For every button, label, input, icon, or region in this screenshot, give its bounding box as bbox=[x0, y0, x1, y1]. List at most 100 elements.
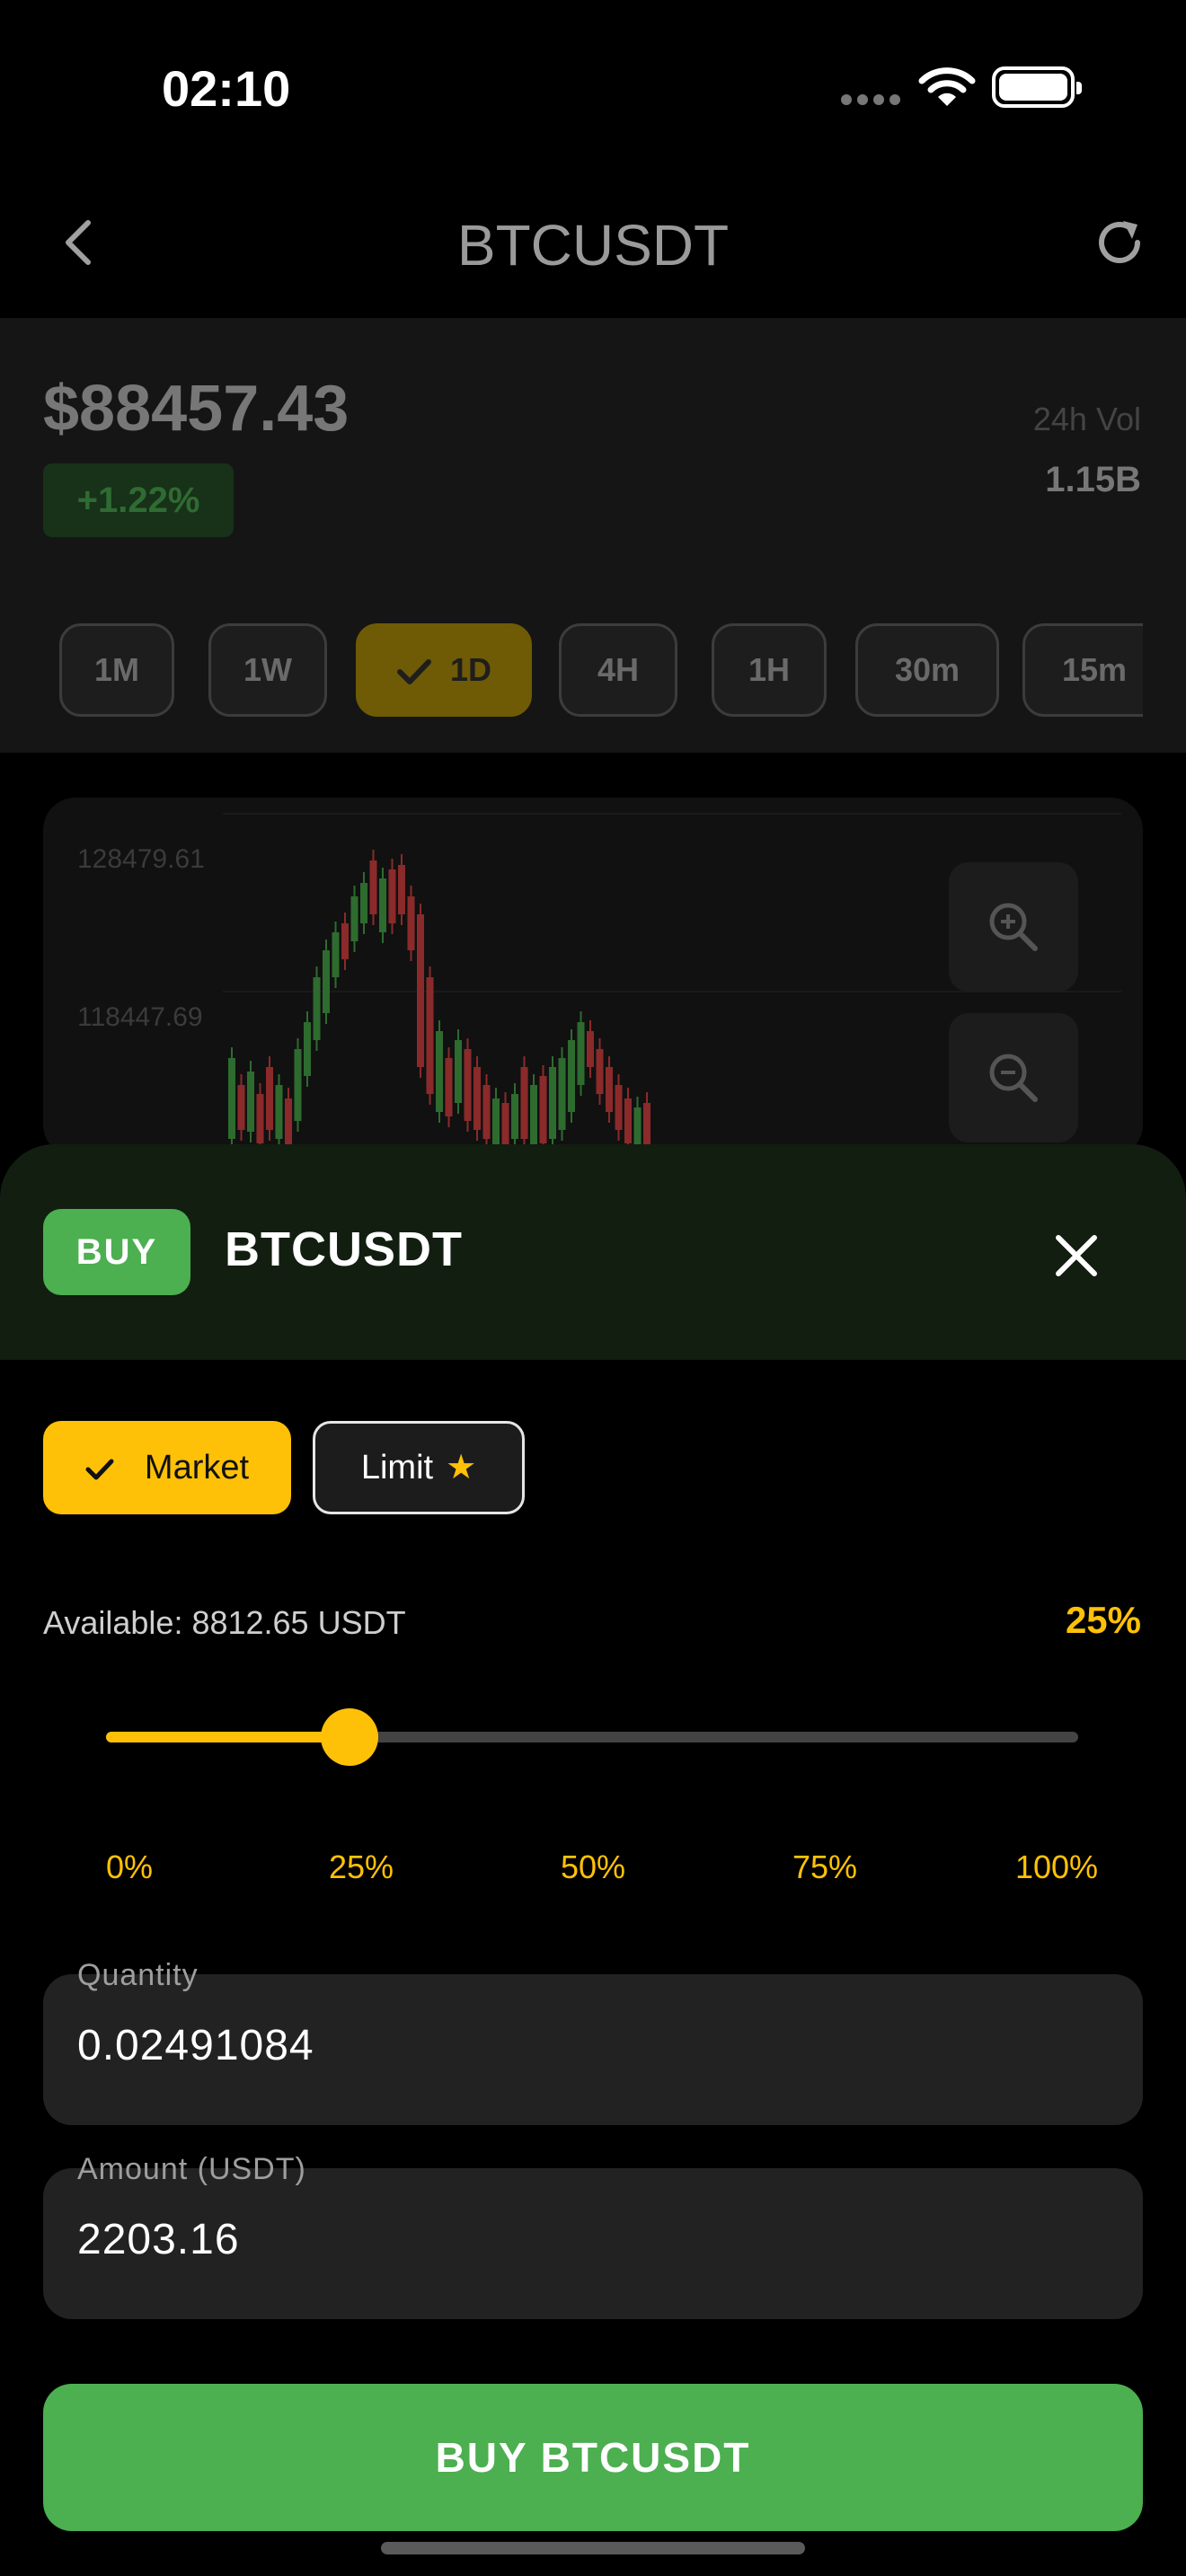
timeframe-1h[interactable]: 1H bbox=[712, 623, 827, 717]
slider-fill bbox=[106, 1732, 350, 1742]
slider-ticks: 0% 25% 50% 75% 100% bbox=[0, 1848, 1186, 1893]
zoom-out-button[interactable] bbox=[949, 1013, 1078, 1142]
candle-body bbox=[549, 1067, 556, 1139]
candle-body bbox=[624, 1098, 632, 1143]
timeframe-1d[interactable]: 1D bbox=[356, 623, 532, 717]
signal-icon bbox=[841, 93, 906, 110]
amount-input[interactable]: 2203.16 bbox=[77, 2215, 240, 2264]
star-icon: ★ bbox=[446, 1449, 477, 1486]
candle-body bbox=[577, 1022, 585, 1085]
status-time: 02:10 bbox=[162, 60, 291, 117]
side-badge: BUY bbox=[43, 1209, 190, 1295]
candle-body bbox=[228, 1058, 235, 1139]
candle-body bbox=[511, 1094, 518, 1139]
refresh-icon[interactable] bbox=[1093, 216, 1146, 269]
candle-body bbox=[455, 1040, 462, 1103]
slider-thumb[interactable] bbox=[320, 1708, 378, 1766]
quantity-field[interactable]: 0.02491084 bbox=[43, 1974, 1143, 2125]
nav-bar: BTCUSDT bbox=[0, 171, 1186, 318]
close-icon[interactable] bbox=[1053, 1232, 1100, 1279]
volume-value: 1.15B bbox=[1045, 460, 1141, 499]
order-type-market[interactable]: Market bbox=[43, 1421, 291, 1514]
candle-body bbox=[615, 1085, 623, 1130]
candle-body bbox=[332, 932, 340, 977]
candle-body bbox=[256, 1094, 264, 1143]
selected-percent: 25% bbox=[1065, 1599, 1141, 1641]
quantity-input[interactable]: 0.02491084 bbox=[77, 2021, 314, 2070]
candle-body bbox=[266, 1067, 273, 1130]
wifi-icon bbox=[918, 67, 976, 106]
zoom-out-icon bbox=[989, 1054, 1038, 1102]
candle-body bbox=[445, 1058, 453, 1116]
candle-body bbox=[369, 860, 377, 914]
candle-body bbox=[606, 1067, 613, 1112]
battery-icon bbox=[992, 66, 1082, 108]
candle-body bbox=[275, 1085, 283, 1139]
candle-body bbox=[530, 1085, 537, 1148]
slider-tick-25[interactable]: 25% bbox=[329, 1848, 394, 1886]
candle-body bbox=[596, 1049, 604, 1094]
quantity-label: Quantity bbox=[77, 1958, 199, 1992]
check-icon bbox=[396, 659, 431, 685]
candle-body bbox=[520, 1067, 528, 1139]
sheet-header: BUY BTCUSDT bbox=[0, 1144, 1186, 1360]
slider-tick-50[interactable]: 50% bbox=[561, 1848, 625, 1886]
candle-body bbox=[388, 869, 396, 923]
slider-tick-0[interactable]: 0% bbox=[106, 1848, 153, 1886]
candle-body bbox=[558, 1058, 566, 1130]
candle-body bbox=[568, 1040, 575, 1112]
candle-body bbox=[426, 977, 434, 1094]
timeframe-4h[interactable]: 4H bbox=[559, 623, 677, 717]
candle-body bbox=[482, 1085, 491, 1139]
zoom-in-button[interactable] bbox=[949, 862, 1078, 992]
candle-body bbox=[237, 1085, 245, 1130]
home-indicator bbox=[381, 2542, 805, 2554]
zoom-in-icon bbox=[989, 903, 1038, 951]
volume-label: 24h Vol bbox=[1032, 401, 1141, 437]
y-axis-label: 128479.61 bbox=[77, 844, 205, 874]
buy-order-sheet: BUY BTCUSDT Market Limit ★ Available: 881… bbox=[0, 1144, 1186, 2576]
timeframe-1w[interactable]: 1W bbox=[208, 623, 327, 717]
candle-body bbox=[474, 1067, 481, 1130]
timeframe-30m[interactable]: 30m bbox=[855, 623, 999, 717]
amount-slider[interactable] bbox=[106, 1708, 1078, 1766]
candlestick-chart[interactable]: 128479.61 118447.69 bbox=[43, 798, 1143, 1157]
order-type-limit[interactable]: Limit ★ bbox=[313, 1421, 525, 1514]
candle-body bbox=[464, 1049, 472, 1121]
timeframe-selector: 1M 1W 1D 4H 1H 30m 15m bbox=[59, 623, 1143, 717]
candle-body bbox=[294, 1049, 302, 1121]
ticker-panel: $88457.43 +1.22% 24h Vol 1.15B 1M 1W 1D … bbox=[0, 318, 1186, 753]
check-icon bbox=[85, 1459, 114, 1480]
candle-body bbox=[360, 883, 367, 923]
candle-body bbox=[341, 923, 349, 959]
candle-body bbox=[643, 1103, 651, 1150]
candle-body bbox=[539, 1076, 547, 1143]
candle-body bbox=[398, 865, 405, 914]
available-balance: Available: 8812.65 USDT bbox=[43, 1604, 406, 1641]
slider-tick-75[interactable]: 75% bbox=[792, 1848, 857, 1886]
candle-body bbox=[323, 950, 330, 1013]
slider-tick-100[interactable]: 100% bbox=[1015, 1848, 1098, 1886]
page-title: BTCUSDT bbox=[456, 213, 730, 278]
buy-submit-button[interactable]: BUY BTCUSDT bbox=[43, 2384, 1143, 2531]
price-change-badge: +1.22% bbox=[43, 463, 234, 537]
amount-field[interactable]: 2203.16 bbox=[43, 2168, 1143, 2319]
status-bar: 02:10 bbox=[0, 0, 1186, 171]
candle-body bbox=[501, 1103, 509, 1150]
current-price: $88457.43 bbox=[43, 373, 350, 445]
candle-body bbox=[492, 1098, 500, 1148]
y-axis-label: 118447.69 bbox=[77, 1002, 203, 1032]
candle-body bbox=[350, 896, 358, 941]
candle-body bbox=[247, 1072, 254, 1132]
candle-body bbox=[313, 977, 321, 1040]
timeframe-1m[interactable]: 1M bbox=[59, 623, 174, 717]
candle-body bbox=[379, 878, 386, 932]
timeframe-15m[interactable]: 15m bbox=[1022, 623, 1143, 717]
amount-label: Amount (USDT) bbox=[77, 2152, 306, 2186]
sheet-title: BTCUSDT bbox=[225, 1222, 463, 1276]
candle-body bbox=[417, 914, 424, 1067]
candle-body bbox=[436, 1031, 443, 1112]
candle-body bbox=[407, 896, 415, 950]
candle-body bbox=[587, 1031, 594, 1067]
candle-body bbox=[304, 1022, 311, 1076]
